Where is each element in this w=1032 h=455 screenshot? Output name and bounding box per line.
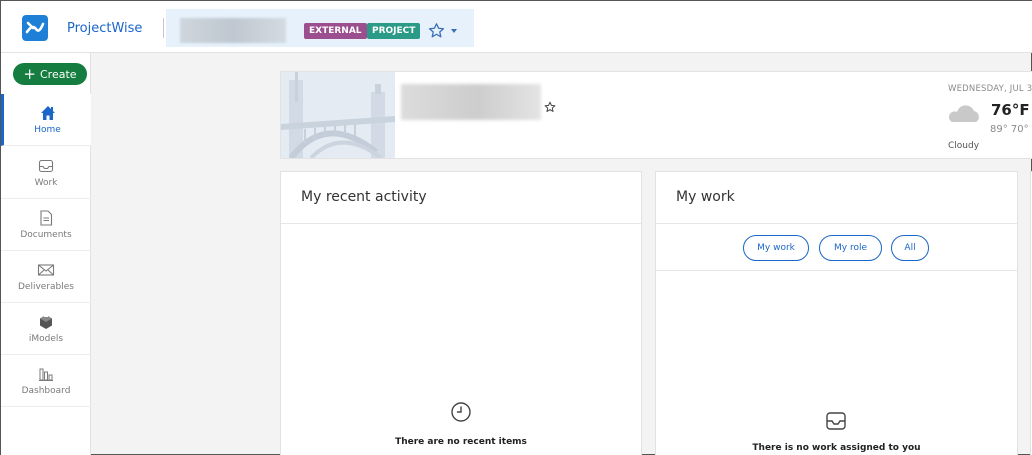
favorite-star-icon[interactable] <box>544 101 556 113</box>
external-badge: EXTERNAL <box>304 23 367 39</box>
filter-my-work-button[interactable]: My work <box>743 235 809 261</box>
envelope-icon <box>37 261 55 279</box>
sidebar-item-label: Documents <box>20 230 72 240</box>
sidebar-item-label: Home <box>34 125 61 135</box>
weather-high-low: 89° 70° <box>990 124 1029 135</box>
sidebar-item-work[interactable]: Work <box>1 147 91 199</box>
sidebar-item-label: Deliverables <box>18 282 74 292</box>
project-badge: PROJECT <box>367 23 421 39</box>
inbox-icon <box>826 412 846 430</box>
work-filter-row: My work My role All <box>656 224 1017 271</box>
bar-chart-icon <box>38 365 54 383</box>
recent-activity-panel: My recent activity There are no recent i… <box>280 171 642 455</box>
imodel-icon <box>38 313 54 331</box>
document-icon <box>39 209 53 227</box>
divider <box>281 223 641 224</box>
my-work-panel: My work My work My role All There is no … <box>655 171 1018 455</box>
project-name[interactable] <box>180 18 286 43</box>
projectwise-logo-icon[interactable] <box>22 15 48 41</box>
weather-date: WEDNESDAY, JUL 3 <box>948 84 1032 94</box>
app-name[interactable]: ProjectWise <box>67 21 142 36</box>
sidebar-item-home[interactable]: Home <box>1 94 91 146</box>
weather-temperature: 76°F <box>991 101 1030 119</box>
panel-title: My work <box>676 189 735 205</box>
chevron-down-icon[interactable] <box>451 29 457 33</box>
favorite-star-icon[interactable] <box>428 22 445 39</box>
sidebar-item-label: Dashboard <box>21 386 71 396</box>
empty-state-text: There are no recent items <box>395 437 527 447</box>
sidebar-item-documents[interactable]: Documents <box>1 199 91 251</box>
header-divider <box>163 18 164 38</box>
project-header-card: WEDNESDAY, JUL 3 76°F 89° 70° Cloudy <box>280 71 1032 159</box>
filter-all-button[interactable]: All <box>891 235 929 261</box>
project-selector[interactable]: EXTERNAL PROJECT <box>166 9 474 47</box>
top-bar: ProjectWise EXTERNAL PROJECT <box>1 1 1032 53</box>
filter-my-role-button[interactable]: My role <box>819 235 882 261</box>
project-title <box>401 84 541 120</box>
sidebar-item-deliverables[interactable]: Deliverables <box>1 251 91 303</box>
empty-state-text: There is no work assigned to you <box>752 443 921 453</box>
project-thumbnail-image[interactable] <box>281 72 395 158</box>
sidebar: + Create Home Work Documents Deliverable… <box>1 53 91 455</box>
create-button[interactable]: + Create <box>13 63 87 85</box>
weather-condition: Cloudy <box>948 141 980 151</box>
sidebar-item-imodels[interactable]: iModels <box>1 303 91 355</box>
create-label: Create <box>40 67 77 81</box>
clock-icon <box>451 402 471 422</box>
plus-icon: + <box>23 64 36 83</box>
home-icon <box>40 104 56 122</box>
cloud-icon <box>948 105 979 122</box>
panel-title: My recent activity <box>301 189 427 205</box>
sidebar-item-label: iModels <box>28 334 64 344</box>
sidebar-item-label: Work <box>34 178 58 188</box>
sidebar-item-dashboard[interactable]: Dashboard <box>1 355 91 407</box>
inbox-icon <box>38 157 54 175</box>
